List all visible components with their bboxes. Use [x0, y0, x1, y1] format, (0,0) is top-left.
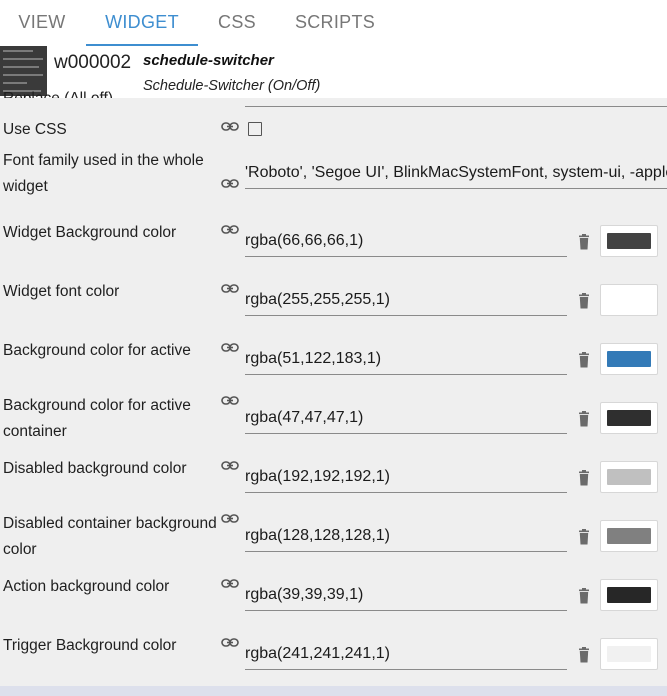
color-value-input[interactable]: rgba(39,39,39,1): [245, 580, 567, 611]
color-setting-label: Background color for active: [3, 342, 191, 359]
trash-icon[interactable]: [577, 588, 591, 604]
row-color-setting: Widget font color rgba(255,255,255,1): [0, 277, 667, 333]
color-setting-label: Trigger Background color: [3, 637, 177, 654]
color-swatch-button[interactable]: [600, 579, 658, 611]
row-color-setting: Background color for active rgba(51,122,1…: [0, 336, 667, 392]
color-setting-label: Widget Background color: [3, 224, 177, 241]
color-value-input[interactable]: rgba(192,192,192,1): [245, 462, 567, 493]
color-swatch-button[interactable]: [600, 461, 658, 493]
row-font-family: Font family used in the whole widget 'Ro…: [0, 148, 667, 200]
bottom-scroll-area: [0, 686, 667, 696]
tab-css[interactable]: CSS: [200, 0, 274, 46]
row-color-setting: Action background color rgba(39,39,39,1): [0, 572, 667, 628]
color-swatch-button[interactable]: [600, 343, 658, 375]
color-swatch-button[interactable]: [600, 225, 658, 257]
cut-off-field-underline: [245, 106, 667, 107]
color-setting-label: Disabled background color: [3, 460, 187, 477]
tab-scripts[interactable]: SCRIPTS: [278, 0, 392, 46]
row-color-setting: Widget Background color rgba(66,66,66,1): [0, 218, 667, 274]
color-value-input[interactable]: rgba(47,47,47,1): [245, 403, 567, 434]
color-value-input[interactable]: rgba(255,255,255,1): [245, 285, 567, 316]
widget-name: schedule-switcher: [143, 52, 274, 69]
link-icon[interactable]: [221, 578, 239, 590]
row-use-css: Use CSS: [0, 116, 667, 144]
tab-view[interactable]: VIEW: [0, 0, 84, 46]
color-swatch-fill: [607, 292, 651, 308]
use-css-label: Use CSS: [3, 121, 67, 138]
trash-icon[interactable]: [577, 529, 591, 545]
color-swatch-fill: [607, 587, 651, 603]
color-swatch-fill: [607, 646, 651, 662]
color-value-input[interactable]: rgba(241,241,241,1): [245, 639, 567, 670]
color-setting-label: Background color for active container: [3, 397, 191, 440]
use-css-checkbox[interactable]: [248, 122, 262, 136]
color-swatch-button[interactable]: [600, 638, 658, 670]
color-swatch-fill: [607, 528, 651, 544]
color-setting-label: Widget font color: [3, 283, 120, 300]
color-swatch-fill: [607, 469, 651, 485]
trash-icon[interactable]: [577, 470, 591, 486]
color-value-input[interactable]: rgba(66,66,66,1): [245, 226, 567, 257]
tab-bar: VIEW WIDGET CSS SCRIPTS: [0, 0, 667, 46]
link-icon[interactable]: [221, 513, 239, 525]
widget-id: w000002: [54, 52, 132, 73]
font-family-label: Font family used in the whole widget: [3, 152, 204, 195]
color-setting-label: Action background color: [3, 578, 170, 595]
color-value-input[interactable]: rgba(51,122,183,1): [245, 344, 567, 375]
color-setting-label: Disabled container background color: [3, 515, 217, 558]
link-icon[interactable]: [221, 178, 239, 190]
row-color-setting: Disabled container background color rgba(…: [0, 513, 667, 569]
link-icon[interactable]: [221, 395, 239, 407]
color-value-input[interactable]: rgba(128,128,128,1): [245, 521, 567, 552]
color-swatch-button[interactable]: [600, 402, 658, 434]
widget-description: Schedule-Switcher (On/Off): [143, 78, 321, 94]
trash-icon[interactable]: [577, 234, 591, 250]
row-color-setting: Trigger Background color rgba(241,241,241…: [0, 631, 667, 687]
color-swatch-fill: [607, 233, 651, 249]
trash-icon[interactable]: [577, 411, 591, 427]
color-swatch-fill: [607, 351, 651, 367]
color-swatch-button[interactable]: [600, 284, 658, 316]
link-icon[interactable]: [221, 460, 239, 472]
color-swatch-fill: [607, 410, 651, 426]
row-color-setting: Disabled background color rgba(192,192,19…: [0, 454, 667, 510]
color-swatch-button[interactable]: [600, 520, 658, 552]
trash-icon[interactable]: [577, 352, 591, 368]
tab-widget[interactable]: WIDGET: [86, 0, 198, 46]
link-icon[interactable]: [221, 121, 239, 133]
font-family-input[interactable]: 'Roboto', 'Segoe UI', BlinkMacSystemFont…: [245, 158, 667, 189]
link-icon[interactable]: [221, 224, 239, 236]
trash-icon[interactable]: [577, 647, 591, 663]
trash-icon[interactable]: [577, 293, 591, 309]
link-icon[interactable]: [221, 283, 239, 295]
row-color-setting: Background color for active container rgb…: [0, 395, 667, 451]
link-icon[interactable]: [221, 637, 239, 649]
cut-off-label: Replace (All off): [3, 88, 113, 98]
link-icon[interactable]: [221, 342, 239, 354]
